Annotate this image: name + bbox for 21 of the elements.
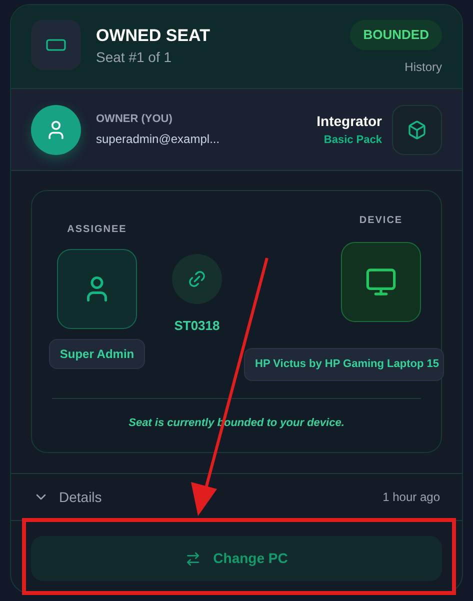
details-time: 1 hour ago [382,489,440,506]
device-label: DEVICE [359,214,403,228]
owner-label: OWNER (YOU) [96,112,174,128]
pack-name: Basic Pack [324,132,382,148]
monitor-icon [365,266,397,298]
plan-name: Integrator [316,112,382,131]
assignee-label: ASSIGNEE [67,223,127,237]
status-badge: BOUNDED [350,20,442,50]
seat-code: ST0318 [174,317,220,335]
seat-subtitle: Seat #1 of 1 [96,48,173,67]
owner-email: superadmin@exampl... [96,130,220,148]
swap-icon [185,550,202,566]
details-label: Details [59,488,102,506]
seat-icon [46,39,66,51]
seat-title: OWNED SEAT [96,25,210,47]
device-name: HP Victus by HP Gaming Laptop 15 [244,348,444,380]
history-link[interactable]: History [404,58,442,76]
change-pc-button[interactable]: Change PC [31,536,442,581]
package-button[interactable] [392,104,442,154]
assignee-name: Super Admin [48,339,146,369]
cube-icon [407,120,427,140]
